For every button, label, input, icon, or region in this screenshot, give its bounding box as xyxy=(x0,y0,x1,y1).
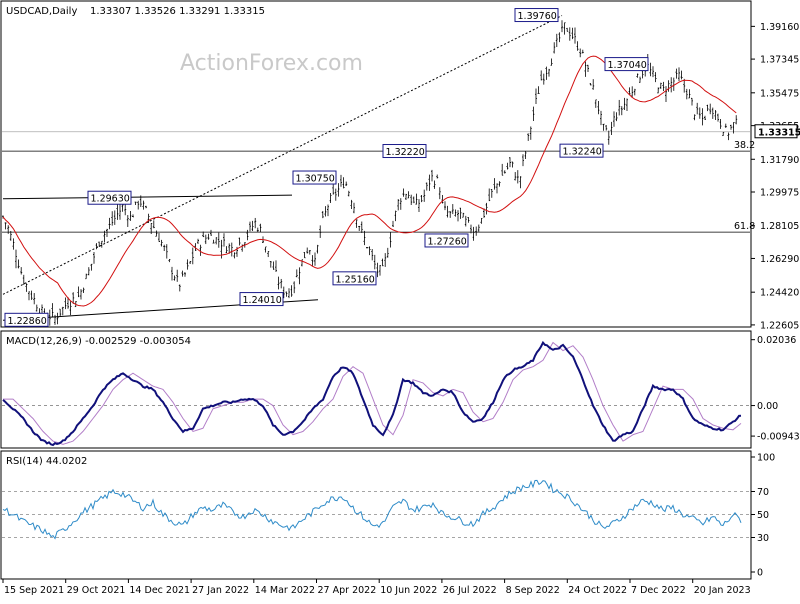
chart-canvas: ActionForex.com USDCAD,Daily 1.33307 1.3… xyxy=(0,0,800,596)
price-label-text: 1.30750 xyxy=(296,174,335,185)
price-label-text: 1.25160 xyxy=(336,274,375,285)
x-axis-tick-label: 27 Jan 2022 xyxy=(192,585,249,596)
rsi-y-tick-label: 70 xyxy=(757,487,769,498)
x-axis-tick-label: 7 Dec 2022 xyxy=(631,585,686,596)
price-label-text: 1.37040 xyxy=(608,60,647,71)
rsi-y-tick-label: 30 xyxy=(757,533,769,544)
x-axis-tick-label: 15 Sep 2021 xyxy=(4,585,64,596)
price-y-tick-label: 1.31790 xyxy=(760,155,799,166)
macd-y-tick-label: 0.00 xyxy=(757,401,778,412)
current-price-text: 1.33315 xyxy=(758,127,800,138)
rsi-y-tick-label: 0 xyxy=(757,568,763,579)
price-y-tick-label: 1.26290 xyxy=(760,254,799,265)
macd-y-tick-label: -0.009438 xyxy=(757,432,800,443)
rsi-y-tick-label: 100 xyxy=(757,453,775,464)
x-axis-tick-label: 14 Mar 2022 xyxy=(255,585,315,596)
price-label-text: 1.32220 xyxy=(386,147,425,158)
ohlc-readout: 1.33307 1.33526 1.33291 1.33315 xyxy=(90,6,265,17)
fib-level-label: 61.8 xyxy=(734,221,755,232)
watermark: ActionForex.com xyxy=(180,51,363,76)
price-y-tick-label: 1.39160 xyxy=(760,22,799,33)
x-axis-tick-label: 10 Jun 2022 xyxy=(380,585,437,596)
x-axis-tick-label: 26 Jul 2022 xyxy=(443,585,497,596)
x-axis-tick-label: 29 Oct 2021 xyxy=(67,585,126,596)
price-y-tick-label: 1.35475 xyxy=(760,88,799,99)
rsi-panel-title: RSI(14) 44.0202 xyxy=(6,456,87,467)
x-axis-tick-label: 27 Apr 2022 xyxy=(318,585,377,596)
x-axis-tick-label: 24 Oct 2022 xyxy=(568,585,627,596)
price-label-text: 1.22860 xyxy=(8,316,47,327)
x-axis-tick-label: 20 Jan 2023 xyxy=(694,585,751,596)
chart-window: ActionForex.com USDCAD,Daily 1.33307 1.3… xyxy=(0,0,800,600)
macd-y-tick-label: 0.02036 xyxy=(757,335,796,346)
price-y-tick-label: 1.37345 xyxy=(760,55,799,66)
fib-level-label: 38.2 xyxy=(734,140,755,151)
price-panel-title: USDCAD,Daily xyxy=(6,6,77,17)
rsi-panel xyxy=(0,450,752,580)
macd-panel-title: MACD(12,26,9) -0.002529 -0.003054 xyxy=(6,336,191,347)
price-label-text: 1.32240 xyxy=(563,147,602,158)
rsi-y-tick-label: 50 xyxy=(757,510,769,521)
price-label-text: 1.27260 xyxy=(428,236,467,247)
price-y-tick-label: 1.24420 xyxy=(760,288,799,299)
price-label-text: 1.39760 xyxy=(518,11,557,22)
price-y-tick-label: 1.28105 xyxy=(760,221,799,232)
price-y-tick-label: 1.22605 xyxy=(760,320,799,331)
price-label-text: 1.24010 xyxy=(243,295,282,306)
x-axis-tick-label: 8 Sep 2022 xyxy=(506,585,560,596)
price-label-text: 1.29630 xyxy=(91,194,130,205)
x-axis-tick-label: 14 Dec 2021 xyxy=(129,585,190,596)
price-y-tick-label: 1.29975 xyxy=(760,188,799,199)
